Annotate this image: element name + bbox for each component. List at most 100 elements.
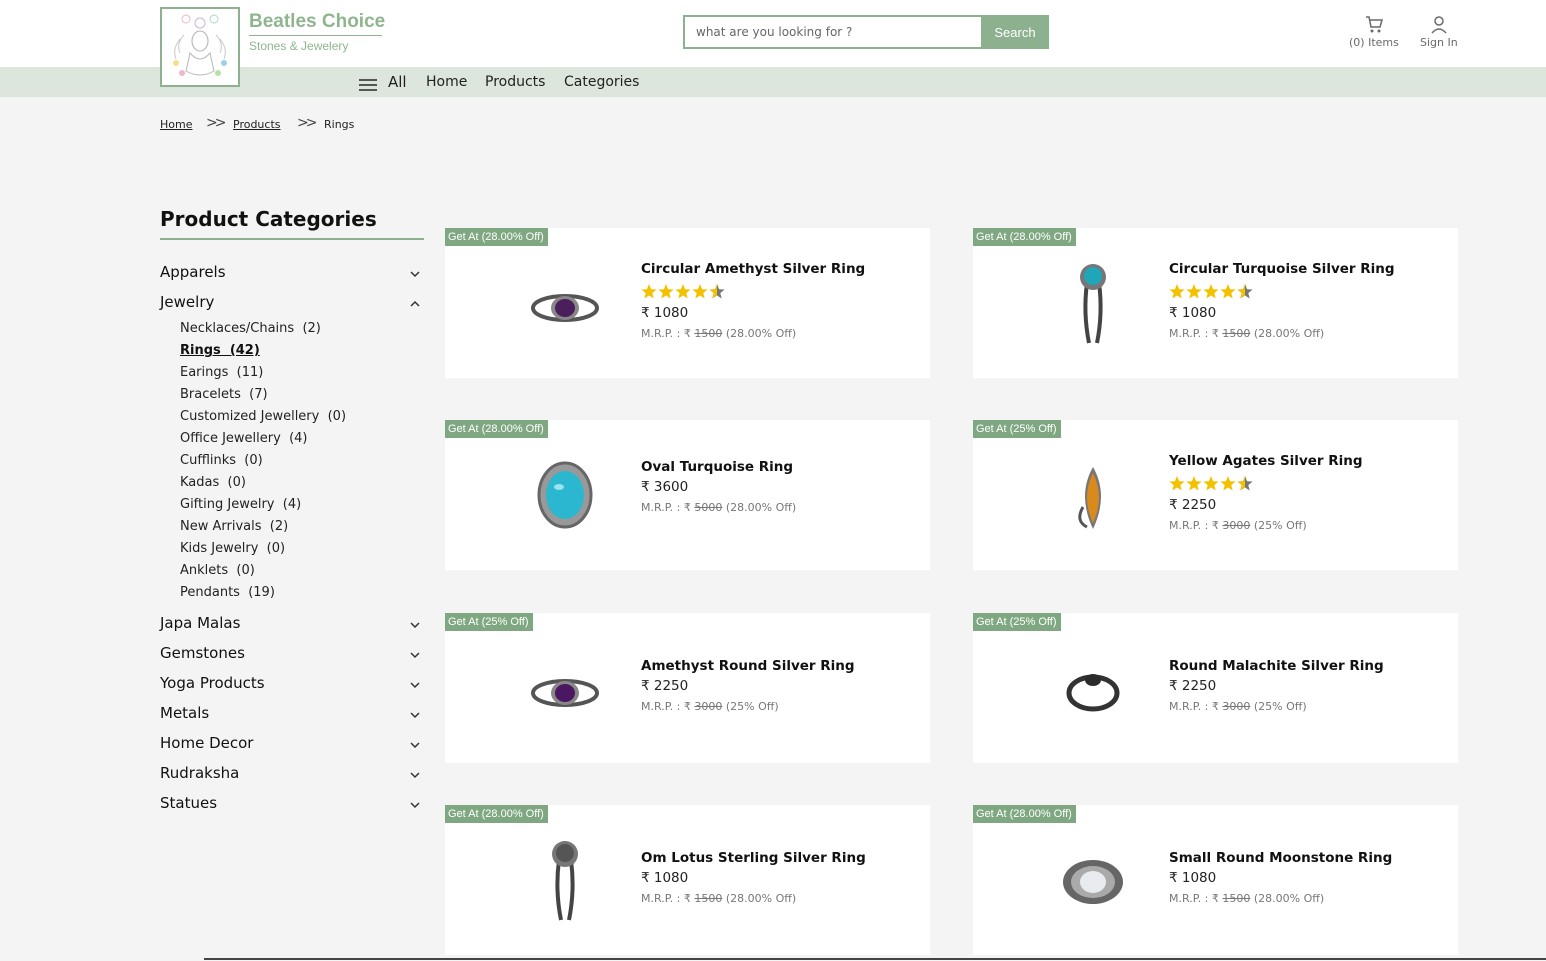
product-image[interactable] <box>1053 445 1133 545</box>
breadcrumb-separator: >> <box>297 115 318 131</box>
breadcrumb-separator: >> <box>206 115 227 131</box>
mrp-discount: (28.00% Off) <box>722 501 797 514</box>
product-name[interactable]: Circular Turquoise Silver Ring <box>1169 261 1395 277</box>
chevron-down-icon[interactable] <box>410 645 420 664</box>
chevron-down-icon[interactable] <box>410 675 420 694</box>
product-image[interactable] <box>525 638 605 738</box>
breadcrumb-home[interactable]: Home <box>160 118 192 131</box>
mrp-discount: (28.00% Off) <box>1250 327 1325 340</box>
subcategory-earings[interactable]: Earings (11) <box>180 365 263 380</box>
nav-products[interactable]: Products <box>485 74 545 90</box>
product-card[interactable]: Get At (28.00% Off) Small Round Moonstone… <box>973 805 1458 955</box>
discount-badge: Get At (28.00% Off) <box>973 805 1076 823</box>
mrp-discount: (25% Off) <box>1250 519 1307 532</box>
mrp-original-price: 3000 <box>1222 519 1251 532</box>
subcategory-new-arrivals[interactable]: New Arrivals (2) <box>180 519 288 534</box>
breadcrumb-products[interactable]: Products <box>233 118 281 131</box>
subcategory-gifting-jewelry[interactable]: Gifting Jewelry (4) <box>180 497 301 512</box>
product-name[interactable]: Round Malachite Silver Ring <box>1169 658 1384 674</box>
product-mrp: M.R.P. : ₹ 1500 (28.00% Off) <box>641 327 865 340</box>
product-name[interactable]: Om Lotus Sterling Silver Ring <box>641 850 866 866</box>
mrp-original-price: 1500 <box>1222 892 1251 905</box>
search-button[interactable]: Search <box>981 15 1049 49</box>
subcategory-cufflinks[interactable]: Cufflinks (0) <box>180 453 263 468</box>
category-label: Home Decor <box>160 734 254 752</box>
mrp-original-price: 3000 <box>1222 700 1251 713</box>
chevron-down-icon[interactable] <box>410 615 420 634</box>
category-japa-malas[interactable]: Japa Malas <box>160 613 424 635</box>
discount-badge: Get At (28.00% Off) <box>445 420 548 438</box>
brand-title[interactable]: Beatles Choice <box>249 11 385 33</box>
product-card[interactable]: Get At (25% Off) Yellow Agates Silver Rin… <box>973 420 1458 570</box>
nav-all[interactable]: All <box>388 73 407 91</box>
brand-logo[interactable] <box>160 7 240 87</box>
chevron-down-icon[interactable] <box>410 735 420 754</box>
category-home-decor[interactable]: Home Decor <box>160 733 424 755</box>
product-image[interactable] <box>1053 830 1133 930</box>
cart-button[interactable]: (0) Items <box>1349 14 1399 49</box>
mrp-prefix: M.R.P. : ₹ <box>1169 327 1223 340</box>
product-card[interactable]: Get At (28.00% Off) Oval Turquoise Ring ₹ … <box>445 420 930 570</box>
nav-home[interactable]: Home <box>426 74 467 90</box>
product-price: ₹ 1080 <box>1169 870 1217 886</box>
chevron-down-icon[interactable] <box>410 795 420 814</box>
search-input[interactable] <box>683 15 982 49</box>
cart-icon <box>1349 14 1399 34</box>
discount-badge: Get At (28.00% Off) <box>445 805 548 823</box>
user-icon <box>1420 14 1458 34</box>
mrp-original-price: 1500 <box>1222 327 1251 340</box>
product-card[interactable]: Get At (25% Off) Round Malachite Silver R… <box>973 613 1458 763</box>
category-statues[interactable]: Statues <box>160 793 424 815</box>
category-label: Jewelry <box>160 293 215 311</box>
discount-badge: Get At (25% Off) <box>973 420 1061 438</box>
nav-categories[interactable]: Categories <box>564 74 639 90</box>
mrp-prefix: M.R.P. : ₹ <box>641 892 695 905</box>
hamburger-menu-icon[interactable] <box>359 76 377 95</box>
product-name[interactable]: Circular Amethyst Silver Ring <box>641 261 865 277</box>
product-image[interactable] <box>525 253 605 353</box>
mrp-prefix: M.R.P. : ₹ <box>1169 892 1223 905</box>
subcategory-office-jewellery[interactable]: Office Jewellery (4) <box>180 431 307 446</box>
product-image[interactable] <box>525 830 605 930</box>
product-image[interactable] <box>1053 253 1133 353</box>
deity-logo-icon <box>173 14 227 76</box>
product-image[interactable] <box>525 445 605 545</box>
category-apparels[interactable]: Apparels <box>160 262 424 284</box>
chevron-up-icon[interactable] <box>410 294 420 313</box>
mrp-discount: (25% Off) <box>722 700 779 713</box>
category-rudraksha[interactable]: Rudraksha <box>160 763 424 785</box>
product-card[interactable]: Get At (28.00% Off) Om Lotus Sterling Sil… <box>445 805 930 955</box>
subcategory-customized-jewellery[interactable]: Customized Jewellery (0) <box>180 409 346 424</box>
chevron-down-icon[interactable] <box>410 264 420 283</box>
category-yoga-products[interactable]: Yoga Products <box>160 673 424 695</box>
product-mrp: M.R.P. : ₹ 5000 (28.00% Off) <box>641 501 796 514</box>
mrp-discount: (28.00% Off) <box>1250 892 1325 905</box>
category-metals[interactable]: Metals <box>160 703 424 725</box>
mrp-original-price: 1500 <box>694 327 723 340</box>
mrp-prefix: M.R.P. : ₹ <box>1169 700 1223 713</box>
subcategory-anklets[interactable]: Anklets (0) <box>180 563 255 578</box>
sign-in-button[interactable]: Sign In <box>1420 14 1458 49</box>
chevron-down-icon[interactable] <box>410 705 420 724</box>
product-card[interactable]: Get At (28.00% Off) Circular Turquoise Si… <box>973 228 1458 378</box>
category-label: Gemstones <box>160 644 245 662</box>
category-jewelry[interactable]: Jewelry <box>160 292 424 314</box>
product-name[interactable]: Yellow Agates Silver Ring <box>1169 453 1363 469</box>
product-name[interactable]: Amethyst Round Silver Ring <box>641 658 855 674</box>
category-gemstones[interactable]: Gemstones <box>160 643 424 665</box>
page-bottom-rule <box>204 958 1546 960</box>
subcategory-pendants[interactable]: Pendants (19) <box>180 585 275 600</box>
chevron-down-icon[interactable] <box>410 765 420 784</box>
subcategory-kids-jewelry[interactable]: Kids Jewelry (0) <box>180 541 285 556</box>
product-card[interactable]: Get At (28.00% Off) Circular Amethyst Sil… <box>445 228 930 378</box>
product-image[interactable] <box>1053 638 1133 738</box>
product-name[interactable]: Oval Turquoise Ring <box>641 459 796 475</box>
product-card[interactable]: Get At (25% Off) Amethyst Round Silver Ri… <box>445 613 930 763</box>
sidebar-title: Product Categories <box>160 207 377 231</box>
subcategory-necklaces[interactable]: Necklaces/Chains (2) <box>180 321 321 336</box>
subcategory-kadas[interactable]: Kadas (0) <box>180 475 246 490</box>
product-mrp: M.R.P. : ₹ 1500 (28.00% Off) <box>641 892 866 905</box>
product-name[interactable]: Small Round Moonstone Ring <box>1169 850 1392 866</box>
subcategory-bracelets[interactable]: Bracelets (7) <box>180 387 268 402</box>
subcategory-rings[interactable]: Rings (42) <box>180 343 260 358</box>
